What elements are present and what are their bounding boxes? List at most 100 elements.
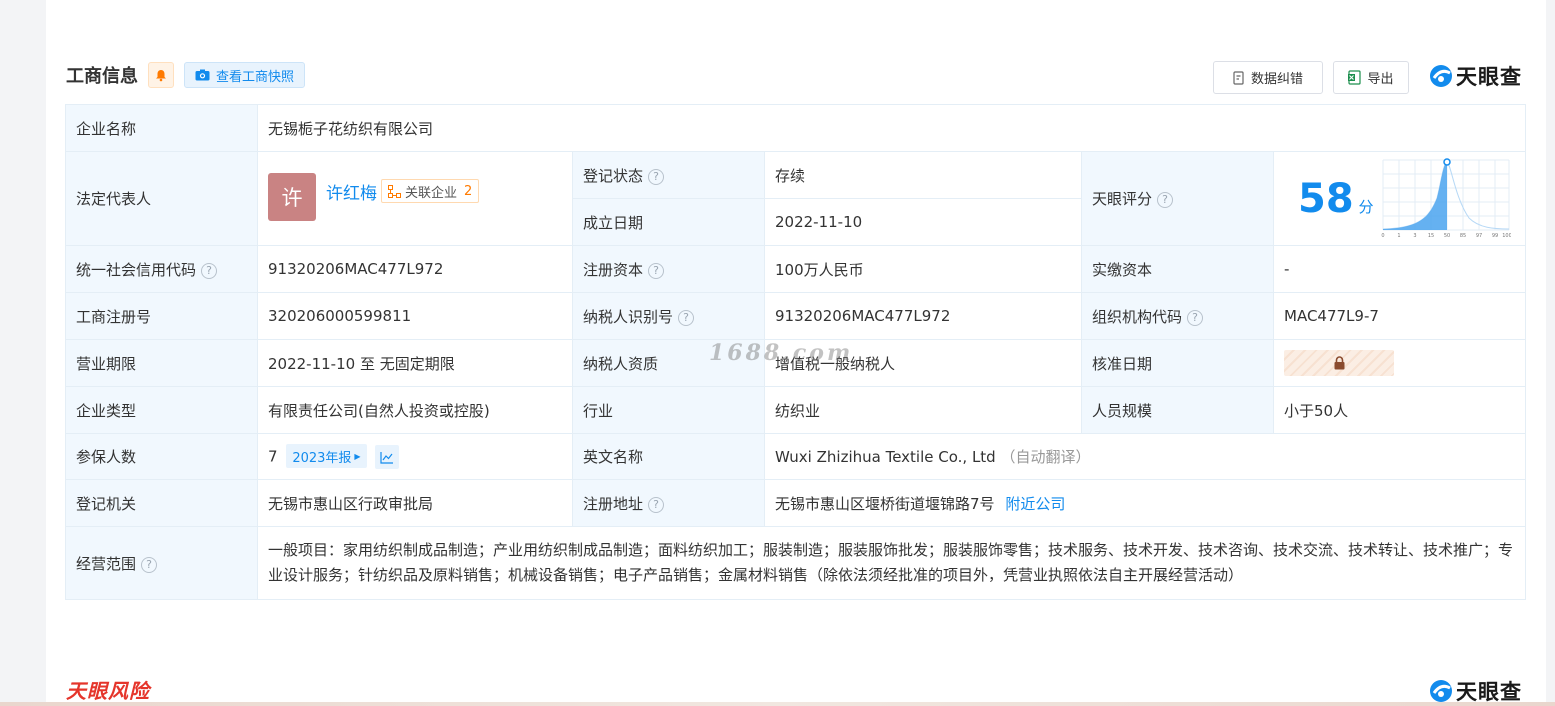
table-row: 企业名称 无锡栀子花纺织有限公司 (65, 104, 1526, 152)
company-type-value: 有限责任公司(自然人投资或控股) (257, 386, 573, 434)
reg-capital-value: 100万人民币 (764, 245, 1082, 293)
reg-status-label: 登记状态 (583, 166, 644, 185)
org-code-value: MAC477L9-7 (1273, 292, 1526, 340)
label-insured: 参保人数 (65, 433, 258, 480)
annual-report-tag[interactable]: 2023年报 ▶ (286, 444, 367, 468)
label-term: 营业期限 (65, 339, 258, 387)
company-name-value: 无锡栀子花纺织有限公司 (257, 104, 1526, 152)
table-row: 工商注册号 320206000599811 纳税人识别号? 91320206MA… (65, 292, 1526, 340)
score-label: 天眼评分 (1092, 190, 1153, 208)
related-companies-button[interactable]: 关联企业 2 (381, 179, 480, 203)
help-icon[interactable]: ? (648, 168, 665, 185)
label-industry: 行业 (572, 386, 765, 434)
bottom-strip (0, 702, 1555, 706)
help-icon[interactable]: ? (678, 309, 695, 326)
label-reg-no: 工商注册号 (65, 292, 258, 340)
avatar[interactable]: 许 (268, 172, 316, 221)
related-count: 2 (464, 183, 473, 199)
help-icon[interactable]: ? (1187, 309, 1204, 326)
data-correction-label: 数据纠错 (1250, 72, 1303, 87)
nearby-companies-link[interactable]: 附近公司 (1005, 495, 1065, 513)
approval-date-cell (1273, 339, 1526, 387)
label-taxpayer-id: 纳税人识别号? (572, 292, 765, 340)
label-established: 成立日期 (572, 198, 765, 246)
address-label: 注册地址 (583, 494, 644, 513)
help-icon[interactable]: ? (201, 262, 218, 279)
english-name-value: Wuxi Zhizihua Textile Co., Ltd (775, 448, 996, 466)
trend-chart-button[interactable] (375, 445, 400, 469)
label-org-code: 组织机构代码? (1081, 292, 1274, 340)
reg-capital-label: 注册资本 (583, 260, 644, 279)
document-edit-icon (1233, 70, 1244, 85)
data-correction-button[interactable]: 数据纠错 (1213, 61, 1323, 94)
taxpayer-id-label: 纳税人识别号 (583, 307, 674, 326)
tianyancha-logo-icon (1430, 680, 1452, 702)
label-paid-capital: 实缴资本 (1081, 245, 1274, 293)
axis-tick: 1 (1397, 233, 1400, 239)
label-reg-status: 登记状态? (572, 151, 765, 199)
label-scope: 经营范围? (65, 526, 258, 600)
export-button[interactable]: 导出 (1333, 61, 1409, 94)
label-staff-size: 人员规模 (1081, 386, 1274, 434)
term-value: 2022-11-10 至 无固定期限 (257, 339, 573, 387)
business-info-table: 企业名称 无锡栀子花纺织有限公司 法定代表人 许 许红梅 关联企业 2 登记状态… (65, 104, 1526, 600)
credit-code-label: 统一社会信用代码 (76, 260, 197, 279)
score-distribution-chart: 0 1 3 15 50 85 97 99 100 (1381, 157, 1511, 239)
legal-rep-cell: 许 许红梅 关联企业 2 (257, 151, 573, 246)
address-value: 无锡市惠山区堰桥街道堰锦路7号 (775, 494, 995, 513)
insured-value: 7 (268, 447, 278, 466)
axis-tick: 0 (1381, 233, 1384, 239)
credit-code-value: 91320206MAC477L972 (257, 245, 573, 293)
help-icon[interactable]: ? (141, 556, 158, 573)
label-reg-capital: 注册资本? (572, 245, 765, 293)
tianyancha-logo-icon (1430, 65, 1452, 87)
axis-tick: 97 (1476, 233, 1482, 239)
axis-tick: 3 (1413, 233, 1416, 239)
section-title: 工商信息 (66, 66, 138, 87)
legal-rep-name-link[interactable]: 许红梅 (326, 179, 377, 204)
risk-section-title: 天眼风险 (66, 679, 150, 703)
label-english-name: 英文名称 (572, 433, 765, 480)
insured-cell: 7 2023年报 ▶ (257, 433, 573, 480)
axis-tick: 99 (1492, 233, 1498, 239)
caret-right-icon: ▶ (354, 451, 361, 461)
label-score: 天眼评分? (1081, 151, 1274, 246)
auto-translate-note: （自动翻译） (1000, 448, 1091, 466)
label-company-type: 企业类型 (65, 386, 258, 434)
scope-label: 经营范围 (76, 554, 137, 573)
help-icon[interactable]: ? (1157, 192, 1174, 208)
industry-value: 纺织业 (764, 386, 1082, 434)
table-row: 营业期限 2022-11-10 至 无固定期限 纳税人资质 增值税一般纳税人 核… (65, 339, 1526, 387)
staff-size-value: 小于50人 (1273, 386, 1526, 434)
export-label: 导出 (1367, 72, 1394, 87)
annual-report-label: 2023年报 (292, 450, 352, 466)
label-credit-code: 统一社会信用代码? (65, 245, 258, 293)
label-approval-date: 核准日期 (1081, 339, 1274, 387)
established-value: 2022-11-10 (764, 198, 1082, 246)
taxpayer-id-value: 91320206MAC477L972 (764, 292, 1082, 340)
label-authority: 登记机关 (65, 479, 258, 527)
score-cell: 58 分 0 1 3 15 50 85 97 99 100 (1273, 151, 1526, 246)
help-icon[interactable]: ? (648, 262, 665, 279)
paid-capital-value: - (1273, 245, 1526, 293)
view-snapshot-button[interactable]: 查看工商快照 (184, 62, 306, 88)
score-unit: 分 (1358, 197, 1374, 216)
bell-icon[interactable] (148, 62, 174, 88)
table-row: 统一社会信用代码? 91320206MAC477L972 注册资本? 100万人… (65, 245, 1526, 293)
english-name-cell: Wuxi Zhizihua Textile Co., Ltd （自动翻译） (764, 433, 1526, 480)
label-address: 注册地址? (572, 479, 765, 527)
axis-tick: 15 (1428, 233, 1434, 239)
help-icon[interactable]: ? (648, 496, 665, 513)
axis-tick: 85 (1460, 233, 1466, 239)
label-legal-rep: 法定代表人 (65, 151, 258, 246)
table-row: 参保人数 7 2023年报 ▶ 英文名称 Wuxi Zhizihua Textil… (65, 433, 1526, 480)
table-row: 法定代表人 许 许红梅 关联企业 2 登记状态? 存续 天眼评分? 58 分 0… (65, 151, 1526, 246)
address-cell: 无锡市惠山区堰桥街道堰锦路7号 附近公司 (764, 479, 1526, 527)
snapshot-label: 查看工商快照 (216, 69, 295, 85)
network-icon (388, 184, 401, 198)
lock-icon (1334, 356, 1344, 370)
locked-value-button[interactable] (1284, 350, 1394, 376)
score-value: 58 (1298, 175, 1354, 222)
score-display[interactable]: 58 分 (1298, 176, 1373, 222)
table-row: 登记机关 无锡市惠山区行政审批局 注册地址? 无锡市惠山区堰桥街道堰锦路7号 附… (65, 479, 1526, 527)
